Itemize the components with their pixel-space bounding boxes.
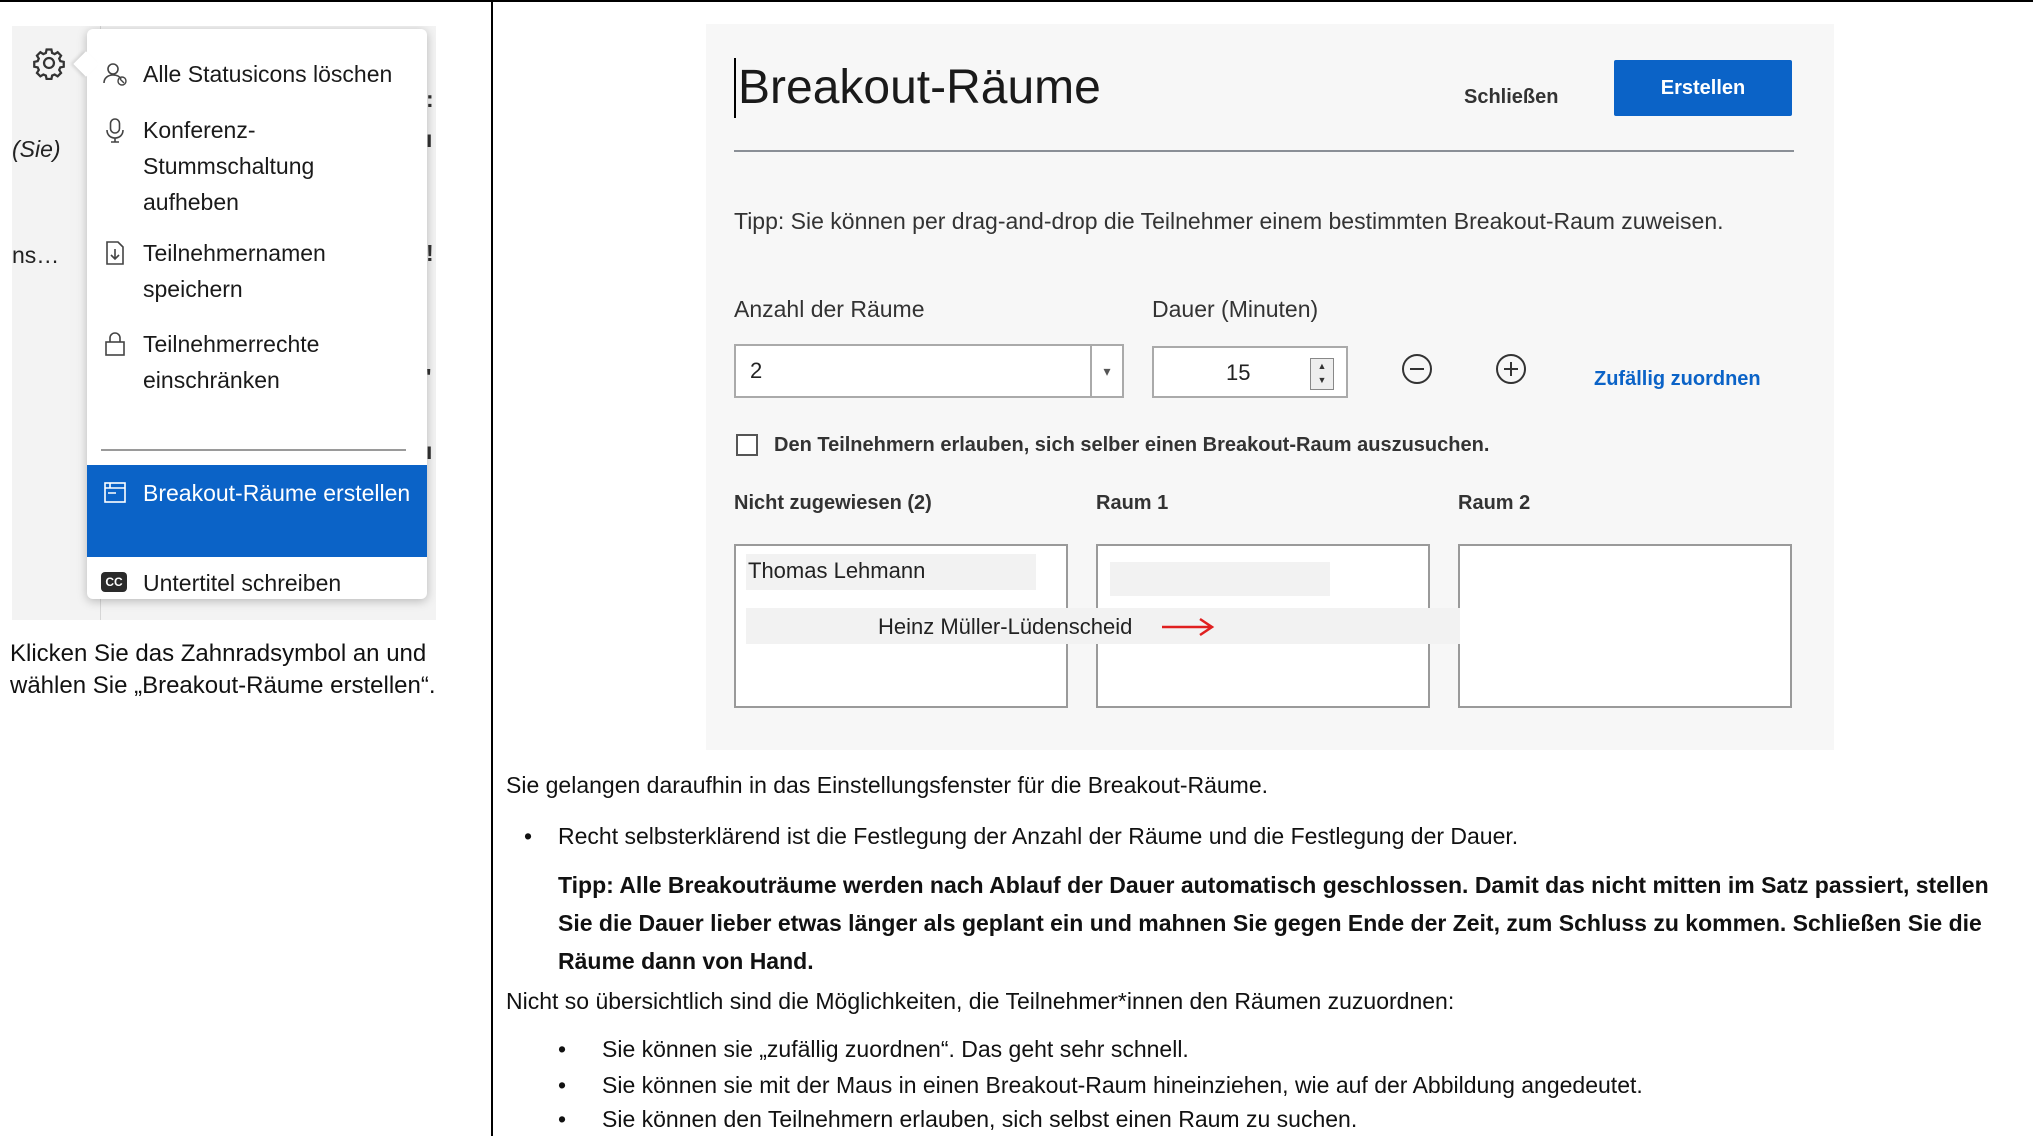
- menu-item-write-captions[interactable]: CC Untertitel schreiben: [87, 565, 427, 601]
- sub-bullet-3: Sie können den Teilnehmern erlauben, sic…: [602, 1106, 1358, 1132]
- participant-truncated-label: ns…: [12, 242, 60, 268]
- rooms-count-value: 2: [750, 358, 763, 383]
- menu-item-label: Teilnehmernamen speichern: [143, 240, 326, 302]
- minus-circle-icon[interactable]: [1400, 352, 1434, 386]
- bullet-dot: •: [558, 1106, 567, 1132]
- menu-item-label: Breakout-Räume erstellen: [143, 480, 411, 506]
- bullet-dot: •: [524, 823, 533, 849]
- clear-status-icon: [103, 63, 127, 86]
- column-divider: [491, 0, 493, 1136]
- menu-item-restrict-rights[interactable]: Teilnehmerrechte einschränken: [87, 326, 427, 398]
- menu-divider: [101, 449, 406, 451]
- close-button[interactable]: Schließen: [1464, 86, 1558, 109]
- drop-target-ghost: [1110, 562, 1330, 596]
- microphone-icon: [106, 118, 124, 143]
- assign-intro-paragraph: Nicht so übersichtlich sind die Möglichk…: [506, 988, 1455, 1014]
- rooms-count-label: Anzahl der Räume: [734, 296, 925, 322]
- random-assign-link[interactable]: Zufällig zuordnen: [1594, 368, 1761, 391]
- sub-bullet-2: Sie können sie mit der Maus in einen Bre…: [602, 1072, 1643, 1098]
- allow-self-select-checkbox[interactable]: [736, 434, 758, 456]
- allow-self-select-label: Den Teilnehmern erlauben, sich selber ei…: [774, 434, 1490, 456]
- participant-self-label: (Sie): [12, 136, 61, 162]
- participant-heinz-dragged[interactable]: Heinz Müller-Lüdenscheid: [878, 614, 1132, 640]
- gear-icon[interactable]: [32, 46, 66, 80]
- lock-icon: [105, 332, 125, 356]
- settings-menu: Alle Statusicons löschen Konferenz-Stumm…: [73, 29, 427, 601]
- closed-caption-icon: CC: [101, 572, 127, 592]
- menu-screenshot: (Sie) ns… : ı ! ' ı Alle Statusicons lös…: [12, 26, 436, 620]
- title-divider: [734, 150, 1794, 152]
- column-room-2: Raum 2: [1458, 492, 1531, 514]
- menu-item-clear-status[interactable]: Alle Statusicons löschen: [87, 56, 427, 92]
- menu-item-label: Alle Statusicons löschen: [143, 61, 393, 87]
- column-room-1: Raum 1: [1096, 492, 1169, 514]
- breakout-dialog-screenshot: Breakout-Räume Schließen Erstellen Tipp:…: [706, 24, 1834, 750]
- drag-arrow-icon: [1162, 617, 1215, 637]
- sub-bullet-1: Sie können sie „zufällig zuordnen“. Das …: [602, 1036, 1189, 1062]
- menu-item-unmute-conference[interactable]: Konferenz-Stummschaltung aufheben: [87, 112, 427, 220]
- create-button[interactable]: Erstellen: [1614, 60, 1792, 116]
- left-caption: Klicken Sie das Zahnradsymbol an und wäh…: [10, 640, 436, 699]
- menu-item-create-breakout[interactable]: Breakout-Räume erstellen: [87, 465, 427, 557]
- plus-circle-icon[interactable]: [1494, 352, 1528, 386]
- spinner-arrows-icon[interactable]: ▲ ▼: [1310, 358, 1334, 390]
- menu-item-label: Untertitel schreiben: [143, 570, 342, 596]
- column-unassigned: Nicht zugewiesen (2): [734, 492, 932, 514]
- room-2-box[interactable]: [1458, 544, 1792, 708]
- duration-label: Dauer (Minuten): [1152, 296, 1319, 322]
- menu-item-label: Konferenz-Stummschaltung aufheben: [143, 117, 315, 215]
- breakout-room-icon: [104, 482, 126, 503]
- menu-item-label: Teilnehmerrechte einschränken: [143, 331, 320, 393]
- participant-thomas[interactable]: Thomas Lehmann: [748, 558, 925, 584]
- menu-item-save-names[interactable]: Teilnehmernamen speichern: [87, 235, 427, 307]
- bullet-dot: •: [558, 1036, 567, 1062]
- chevron-down-icon[interactable]: ▾: [1090, 346, 1122, 396]
- duration-stepper[interactable]: 15 ▲ ▼: [1152, 346, 1348, 398]
- bullet-dot: •: [558, 1072, 567, 1098]
- download-file-icon: [106, 241, 124, 265]
- duration-value: 15: [1226, 360, 1251, 385]
- dialog-title: Breakout-Räume: [734, 58, 1101, 118]
- intro-paragraph: Sie gelangen daraufhin in das Einstellun…: [506, 772, 1269, 798]
- bold-tip-paragraph: Tipp: Alle Breakouträume werden nach Abl…: [558, 872, 1989, 974]
- bullet-1-text: Recht selbsterklärend ist die Festlegung…: [558, 823, 1519, 849]
- rooms-count-select[interactable]: 2 ▾: [734, 344, 1124, 398]
- dialog-tip: Tipp: Sie können per drag-and-drop die T…: [734, 208, 1724, 234]
